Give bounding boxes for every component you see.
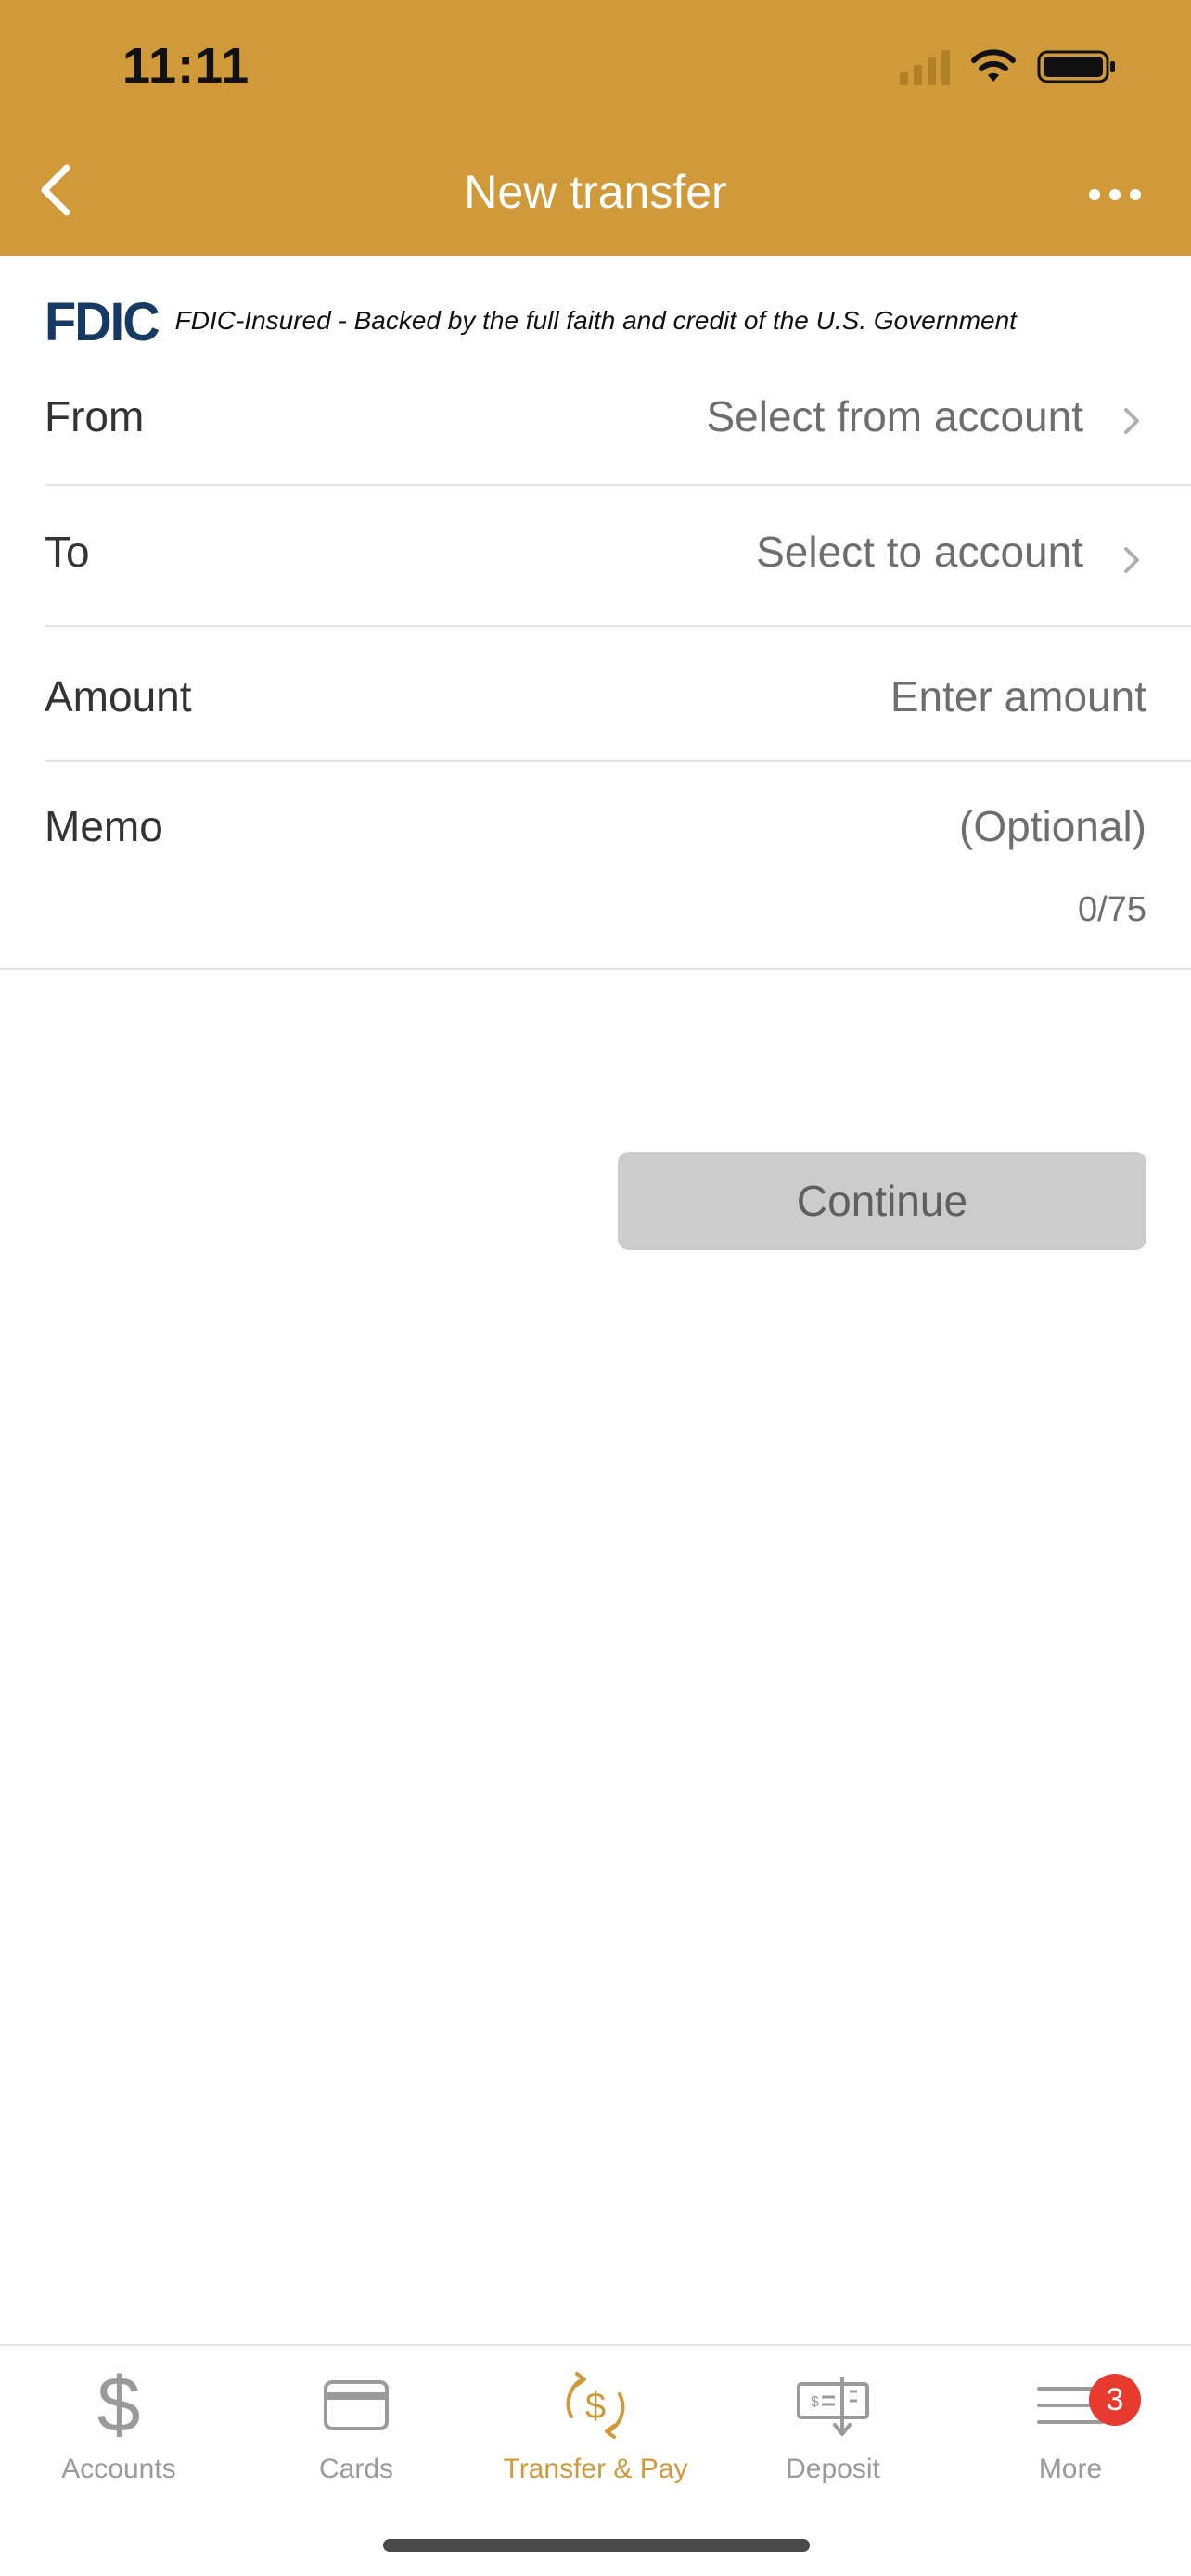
tab-cards[interactable]: Cards (245, 2361, 467, 2519)
from-label: From (45, 392, 145, 440)
memo-row: Memo (Optional) 0/75 (45, 788, 1191, 946)
from-account-value: Select from account (706, 392, 1083, 440)
amount-label: Amount (45, 672, 192, 721)
fdic-notice: FDIC FDIC-Insured - Backed by the full f… (45, 290, 1017, 351)
notification-badge: 3 (1089, 2374, 1141, 2426)
memo-label: Memo (45, 802, 163, 850)
divider (45, 760, 1191, 762)
app-header: 11:11 New transfer (0, 0, 1191, 256)
continue-button[interactable]: Continue (618, 1152, 1146, 1250)
svg-text:$: $ (585, 2386, 606, 2427)
tab-accounts[interactable]: $ Accounts (7, 2361, 230, 2519)
tab-more[interactable]: 3 More (959, 2361, 1182, 2519)
ellipsis-dot (1089, 189, 1100, 200)
chevron-right-icon (1124, 408, 1139, 434)
to-label: To (45, 528, 90, 576)
battery-icon (1037, 50, 1115, 83)
tab-label: Cards (318, 2454, 394, 2484)
tab-label: Accounts (61, 2454, 176, 2484)
tab-deposit[interactable]: $ Deposit (722, 2361, 944, 2519)
memo-character-counter: 0/75 (1078, 890, 1146, 929)
tab-label: Deposit (786, 2454, 880, 2484)
svg-text:$: $ (811, 2394, 819, 2410)
memo-input[interactable]: (Optional) (959, 801, 1146, 851)
status-time: 11:11 (122, 38, 250, 94)
transfer-pay-icon: $ (484, 2361, 707, 2450)
card-icon (245, 2361, 467, 2450)
from-account-row[interactable]: From Select from account (45, 375, 1191, 486)
dollar-icon: $ (7, 2361, 230, 2450)
ellipsis-dot (1130, 189, 1141, 200)
check-deposit-icon: $ (722, 2361, 944, 2450)
amount-input[interactable]: Enter amount (890, 671, 1146, 721)
tab-label: More (1038, 2454, 1103, 2484)
tab-label: Transfer & Pay (503, 2454, 688, 2484)
status-icons (900, 46, 1117, 87)
cellular-signal-icon (900, 48, 950, 85)
new-transfer-screen: 11:11 New transfer FDIC FDIC-Insured - B… (0, 0, 1191, 2576)
tab-transfer-pay[interactable]: $ Transfer & Pay (484, 2361, 707, 2519)
to-account-row[interactable]: To Select to account (45, 510, 1191, 621)
divider (45, 484, 1191, 486)
fdic-text: FDIC-Insured - Backed by the full faith … (174, 306, 1017, 335)
divider (0, 968, 1191, 970)
divider (45, 625, 1191, 627)
more-options-button[interactable] (1076, 167, 1154, 223)
amount-row: Amount Enter amount (45, 658, 1191, 760)
svg-text:$: $ (97, 2366, 141, 2444)
fdic-logo: FDIC (45, 289, 160, 352)
menu-icon (959, 2361, 1182, 2450)
wifi-icon (971, 49, 1016, 82)
page-title: New transfer (464, 166, 727, 218)
chevron-right-icon (1124, 547, 1139, 573)
ellipsis-dot (1109, 189, 1121, 200)
home-indicator[interactable] (383, 2539, 810, 2552)
to-account-value: Select to account (756, 528, 1083, 576)
